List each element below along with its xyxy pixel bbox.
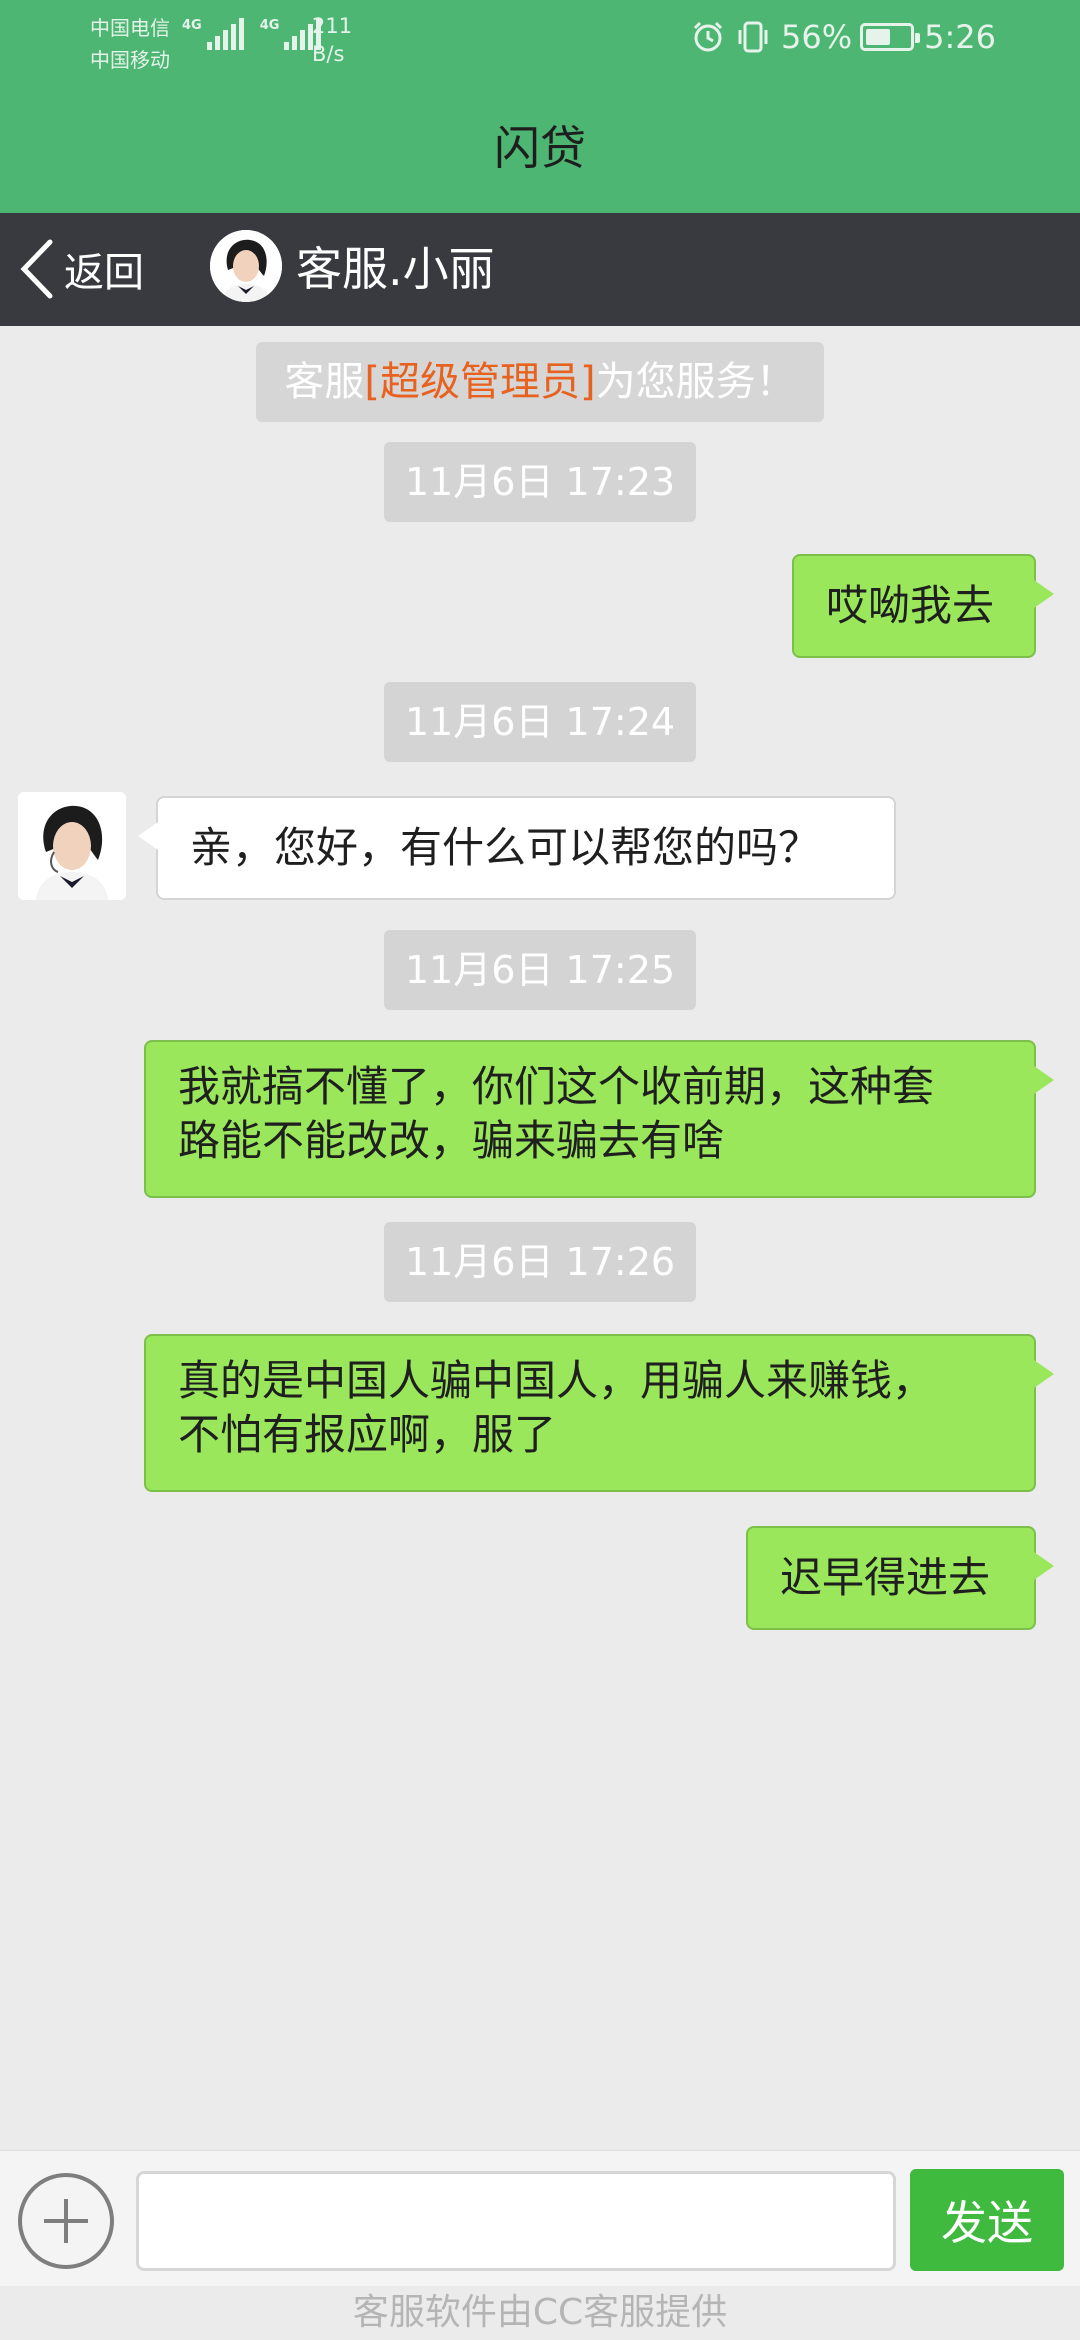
carrier-1: 中国电信	[90, 16, 170, 40]
battery-level	[866, 29, 891, 45]
message-text: 亲，您好，有什么可以帮您的吗？	[190, 823, 821, 872]
battery-percent: 56%	[781, 18, 853, 56]
agent-avatar[interactable]	[18, 792, 126, 900]
battery-icon	[860, 23, 921, 51]
chat-nav-bar: 返回 客服.小丽	[0, 213, 1080, 326]
timestamp: 11月6日 17:26	[384, 1222, 696, 1302]
alarm-icon	[691, 20, 725, 54]
vibrate-icon	[735, 20, 771, 54]
notice-suffix: 为您服务！	[595, 359, 796, 405]
page-title: 闪贷	[494, 121, 586, 175]
service-notice: 客服[超级管理员]为您服务！	[256, 342, 824, 422]
speed-unit: B/s	[312, 42, 345, 66]
input-bar: 发送	[0, 2150, 1080, 2286]
plus-icon[interactable]	[18, 2173, 114, 2269]
message-line: 不怕有报应啊，服了	[178, 1410, 557, 1459]
notice-prefix: 客服	[284, 359, 365, 405]
message-line: 路能不能改改，骗来骗去有啥	[178, 1116, 725, 1165]
footer-credit: 客服软件由CC客服提供	[352, 2292, 728, 2333]
network-speed: 211 B/s	[312, 12, 352, 68]
message-line: 我就搞不懂了，你们这个收前期，这种套	[178, 1062, 935, 1111]
carrier-info: 中国电信 中国移动	[90, 12, 170, 76]
message-line: 真的是中国人骗中国人，用骗人来赚钱，	[178, 1356, 935, 1405]
message-text: 迟早得进去	[780, 1553, 991, 1602]
chevron-left-icon	[20, 239, 53, 299]
message-input[interactable]	[136, 2171, 896, 2271]
agent-name: 客服.小丽	[296, 242, 495, 296]
clock: 5:26	[924, 18, 996, 56]
notice-role: [超级管理员]	[364, 359, 596, 405]
timestamp: 11月6日 17:23	[384, 442, 696, 522]
timestamp: 11月6日 17:25	[384, 930, 696, 1010]
back-label: 返回	[64, 250, 144, 296]
network-type-2: 4G	[259, 18, 280, 33]
carrier-2: 中国移动	[90, 48, 170, 72]
back-button[interactable]: 返回	[18, 237, 144, 301]
signal-icon: 4G 4G	[182, 18, 331, 50]
message-bubble-received[interactable]: 亲，您好，有什么可以帮您的吗？	[138, 796, 896, 900]
speed-value: 211	[312, 14, 353, 38]
timestamp: 11月6日 17:24	[384, 682, 696, 762]
agent-info: 客服.小丽	[210, 230, 495, 302]
send-button[interactable]: 发送	[910, 2169, 1064, 2271]
chat-area[interactable]: 客服[超级管理员]为您服务！ 11月6日 17:23 哎呦我去 11月6日 17…	[0, 326, 1080, 2150]
avatar	[210, 230, 282, 302]
app-header: 中国电信 中国移动 4G 4G 211 B/s 56% 5:26 闪贷	[0, 0, 1080, 213]
status-right: 56% 5:26	[691, 18, 996, 56]
message-bubble-sent[interactable]: 我就搞不懂了，你们这个收前期，这种套 路能不能改改，骗来骗去有啥	[144, 1040, 1054, 1198]
message-bubble-sent[interactable]: 哎呦我去	[792, 554, 1054, 658]
message-bubble-sent[interactable]: 真的是中国人骗中国人，用骗人来赚钱， 不怕有报应啊，服了	[144, 1334, 1054, 1492]
message-text: 哎呦我去	[826, 581, 995, 630]
message-bubble-sent[interactable]: 迟早得进去	[746, 1526, 1054, 1630]
network-type: 4G	[182, 18, 202, 33]
